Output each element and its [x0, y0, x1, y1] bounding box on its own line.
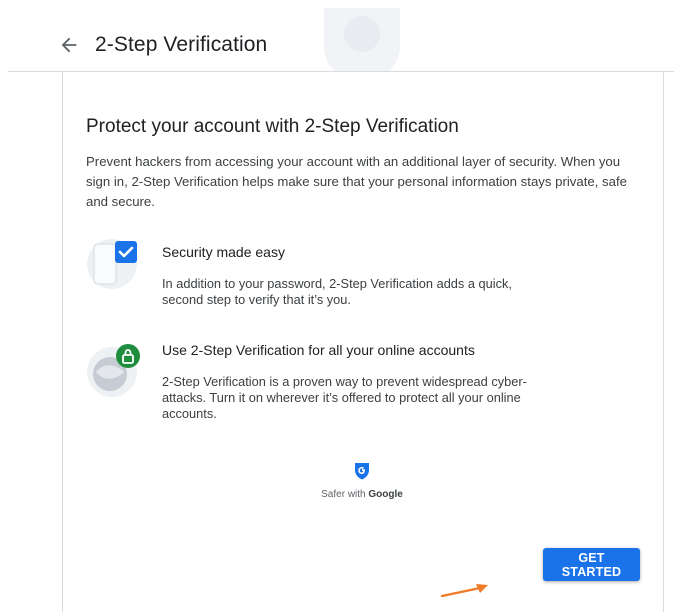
feature-description: 2-Step Verification is a proven way to p…: [162, 374, 527, 421]
feature-title: Use 2-Step Verification for all your onl…: [162, 342, 475, 358]
back-arrow-icon[interactable]: [58, 34, 80, 56]
safer-with-google-badge: Safer with Google: [300, 462, 424, 500]
feature-title: Security made easy: [162, 244, 285, 260]
top-app-bar: 2-Step Verification: [0, 0, 674, 88]
safer-with-google-text: Safer with Google: [321, 489, 403, 500]
intro-text: Prevent hackers from accessing your acco…: [86, 154, 627, 209]
page-title: 2-Step Verification: [95, 33, 268, 56]
card-heading: Protect your account with 2-Step Verific…: [86, 116, 459, 137]
get-started-button[interactable]: GET STARTED: [543, 548, 640, 581]
pointer-arrow-icon: [440, 584, 488, 597]
lock-globe-icon: [87, 344, 140, 397]
checkbox-phone-icon: [87, 239, 137, 289]
feature-description: In addition to your password, 2-Step Ver…: [162, 276, 512, 307]
google-shield-icon: [355, 463, 369, 480]
